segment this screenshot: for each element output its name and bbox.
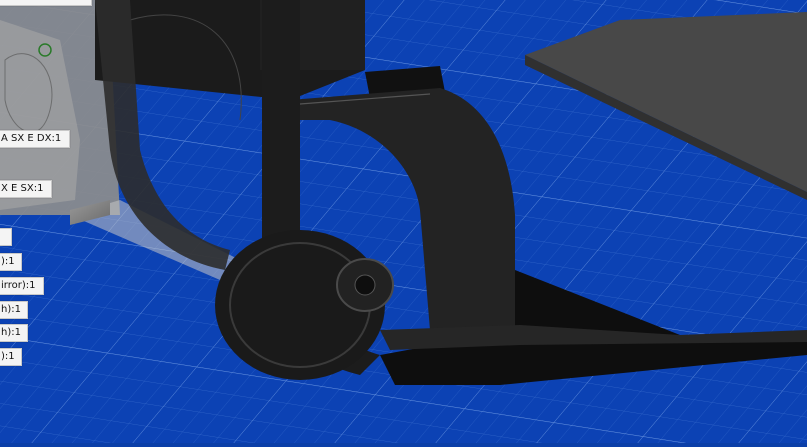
component-callout-7[interactable]: h):1 xyxy=(0,324,28,342)
top-left-panel-fragment xyxy=(0,0,92,6)
cad-3d-viewport[interactable]: A SX E DX:1 X E SX:1 ):1 irror):1 h):1 h… xyxy=(0,0,807,443)
component-callout-6[interactable]: h):1 xyxy=(0,301,28,319)
component-callout-8[interactable]: ):1 xyxy=(0,348,22,366)
component-callout-2[interactable]: X E SX:1 xyxy=(0,180,52,198)
component-callout-3[interactable] xyxy=(0,228,12,246)
component-callout-4[interactable]: ):1 xyxy=(0,253,22,271)
component-callout-5[interactable]: irror):1 xyxy=(0,277,44,295)
cad-model-scene[interactable] xyxy=(0,0,807,443)
component-callout-1[interactable]: A SX E DX:1 xyxy=(0,130,70,148)
